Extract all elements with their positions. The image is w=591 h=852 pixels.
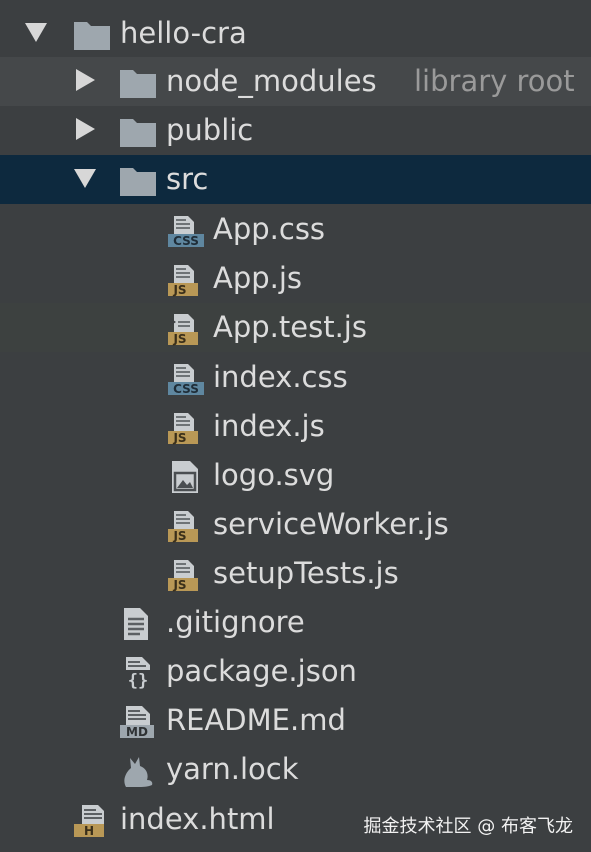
tree-item-src[interactable]: src: [0, 155, 591, 204]
tree-item-label: .gitignore: [166, 605, 305, 639]
image-file-icon: [166, 460, 206, 494]
tree-item-label: App.test.js: [213, 310, 367, 344]
folder-icon: [118, 164, 158, 198]
js-file-icon: JS: [166, 263, 206, 297]
tree-item-label: public: [166, 113, 254, 147]
tree-item-label: README.md: [166, 703, 346, 737]
tree-item-setup-tests-js[interactable]: JS setupTests.js: [0, 549, 591, 598]
tree-item-label: App.js: [213, 261, 303, 295]
tree-item-readme-md[interactable]: MD README.md: [0, 696, 591, 745]
tree-item-service-worker-js[interactable]: JS serviceWorker.js: [0, 500, 591, 549]
svg-text:H: H: [84, 824, 94, 838]
svg-text:MD: MD: [126, 725, 148, 739]
js-test-file-icon: JS: [166, 312, 206, 346]
svg-text:JS: JS: [172, 431, 186, 445]
tree-item-label: yarn.lock: [166, 752, 299, 786]
svg-text:JS: JS: [172, 578, 186, 592]
svg-text:{}: {}: [128, 671, 148, 690]
text-file-icon: [118, 607, 158, 641]
tree-item-node-modules[interactable]: node_modules library root: [0, 57, 591, 106]
js-file-icon: JS: [166, 509, 206, 543]
tree-item-index-css[interactable]: CSS index.css: [0, 353, 591, 402]
svg-text:JS: JS: [172, 529, 186, 543]
css-file-icon: CSS: [166, 214, 206, 248]
css-file-icon: CSS: [166, 362, 206, 396]
chevron-down-icon[interactable]: [74, 169, 96, 188]
tree-item-app-css[interactable]: CSS App.css: [0, 205, 591, 254]
tree-item-label: node_modules: [166, 64, 377, 98]
tree-item-label: setupTests.js: [213, 556, 399, 590]
library-root-note: library root: [414, 64, 575, 98]
svg-text:CSS: CSS: [173, 234, 199, 248]
svg-text:JS: JS: [172, 283, 186, 297]
chevron-right-icon[interactable]: [76, 118, 95, 140]
tree-item-public[interactable]: public: [0, 106, 591, 155]
tree-item-label: src: [166, 162, 209, 196]
chevron-down-icon[interactable]: [25, 23, 47, 42]
folder-icon: [118, 115, 158, 149]
chevron-right-icon[interactable]: [76, 69, 95, 91]
tree-item-yarn-lock[interactable]: yarn.lock: [0, 745, 591, 794]
folder-icon: [118, 66, 158, 100]
project-tree: hello-cra node_modules library root publ…: [0, 0, 591, 852]
tree-item-label: index.css: [213, 360, 348, 394]
tree-item-label: package.json: [166, 654, 357, 688]
tree-item-package-json[interactable]: {} package.json: [0, 647, 591, 696]
tree-item-app-js[interactable]: JS App.js: [0, 254, 591, 303]
tree-item-app-test-js[interactable]: JS App.test.js: [0, 303, 591, 352]
tree-item-label: App.css: [213, 212, 326, 246]
markdown-file-icon: MD: [118, 705, 158, 739]
tree-item-gitignore[interactable]: .gitignore: [0, 598, 591, 647]
tree-item-logo-svg[interactable]: logo.svg: [0, 451, 591, 500]
tree-item-label: logo.svg: [213, 458, 335, 492]
tree-item-label: index.html: [120, 802, 275, 836]
js-file-icon: JS: [166, 558, 206, 592]
tree-item-hello-cra[interactable]: hello-cra: [0, 9, 591, 58]
tree-item-label: hello-cra: [120, 16, 247, 50]
tree-item-label: serviceWorker.js: [213, 507, 449, 541]
watermark: 掘金技术社区 @ 布客飞龙: [363, 816, 573, 837]
yarn-icon: [118, 754, 158, 788]
tree-item-label: index.js: [213, 409, 325, 443]
json-file-icon: {}: [118, 656, 158, 691]
tree-item-index-js[interactable]: JS index.js: [0, 402, 591, 451]
svg-text:JS: JS: [172, 332, 186, 346]
folder-icon: [72, 18, 112, 52]
svg-text:CSS: CSS: [173, 382, 199, 396]
js-file-icon: JS: [166, 411, 206, 445]
html-file-icon: H: [72, 804, 112, 838]
